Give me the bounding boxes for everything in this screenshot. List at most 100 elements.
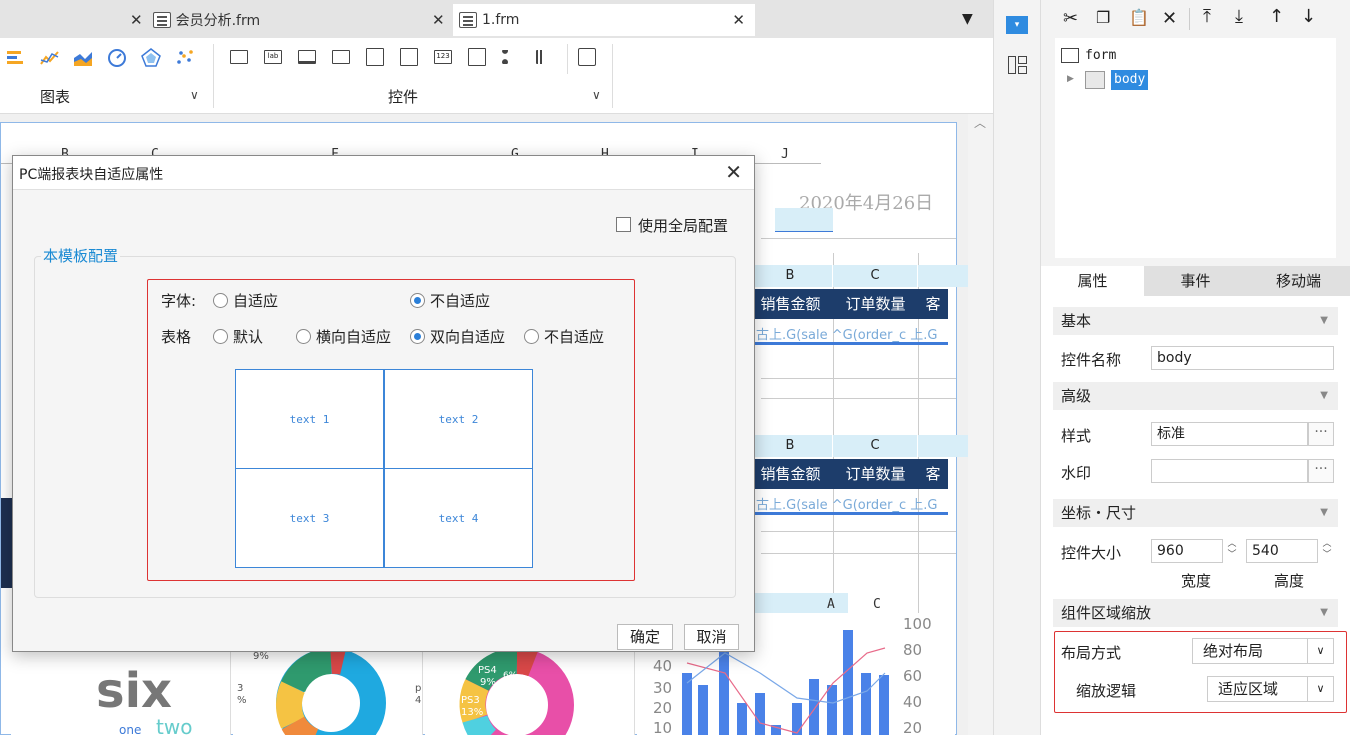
bar-chart-icon[interactable]: [6, 48, 26, 68]
component-side-strip: ▾: [993, 0, 1041, 735]
delete-icon[interactable]: ✕: [1162, 8, 1177, 29]
column-header[interactable]: J: [781, 147, 789, 162]
tab-events[interactable]: 事件: [1144, 266, 1247, 296]
table-bidirectional-label[interactable]: 双向自适应: [430, 326, 505, 347]
line-chart-icon[interactable]: [40, 48, 60, 68]
chevron-down-icon[interactable]: ∨: [592, 88, 601, 102]
number-control-icon[interactable]: 123: [434, 50, 452, 64]
cancel-button[interactable]: 取消: [684, 624, 739, 650]
cut-icon[interactable]: ✂: [1063, 8, 1078, 29]
table-non-adaptive-radio[interactable]: [524, 329, 539, 344]
height-input[interactable]: 540: [1246, 539, 1318, 563]
layout-widgets-icon[interactable]: [1008, 56, 1028, 74]
tab-1-frm[interactable]: 1.frm ✕: [453, 4, 755, 36]
move-to-bottom-icon[interactable]: ⤓: [1235, 6, 1243, 27]
table-bidirectional-radio[interactable]: [410, 329, 425, 344]
style-input[interactable]: 标准: [1151, 422, 1308, 446]
font-adaptive-label[interactable]: 自适应: [233, 290, 278, 311]
zoom-logic-select[interactable]: 适应区域 ∨: [1207, 676, 1334, 702]
table-non-adaptive-label[interactable]: 不自适应: [544, 326, 604, 347]
tab-member-analysis[interactable]: ✕ 会员分析.frm: [130, 4, 260, 36]
paste-icon[interactable]: 📋: [1129, 8, 1149, 27]
header-cell[interactable]: 销售金额: [748, 289, 833, 319]
text-field-control-icon[interactable]: [298, 50, 316, 64]
word-cloud-widget[interactable]: six one two: [11, 643, 231, 735]
chevron-down-icon[interactable]: ∨: [190, 88, 199, 102]
global-config-checkbox[interactable]: [616, 217, 631, 232]
width-input[interactable]: 960: [1151, 539, 1223, 563]
width-stepper[interactable]: ︿ ﹀: [1224, 539, 1240, 563]
header-cell[interactable]: 订单数量: [833, 289, 918, 319]
scroll-up-icon[interactable]: ︿: [974, 114, 986, 131]
column-letter: C: [833, 435, 918, 457]
selected-cell[interactable]: [775, 208, 833, 232]
style-more-button[interactable]: ···: [1308, 422, 1334, 446]
height-stepper[interactable]: ︿ ﹀: [1319, 539, 1335, 563]
tree-node-form[interactable]: form: [1085, 48, 1116, 63]
font-non-adaptive-label[interactable]: 不自适应: [430, 290, 490, 311]
header-cell[interactable]: 客: [918, 289, 948, 319]
ribbon-separator: [567, 44, 568, 74]
watermark-input[interactable]: [1151, 459, 1308, 483]
widget-name-input[interactable]: body: [1151, 346, 1334, 370]
pin-icon[interactable]: ▼: [962, 11, 973, 27]
section-basic[interactable]: 基本 ▼: [1053, 307, 1338, 335]
dropdown-control-icon[interactable]: [332, 50, 350, 64]
move-up-icon[interactable]: ↑: [1269, 6, 1284, 27]
header-cell[interactable]: 客: [918, 459, 948, 489]
chevron-down-icon[interactable]: ∨: [1307, 677, 1333, 701]
radio-group-control-icon[interactable]: [502, 50, 520, 64]
table1-formula-row[interactable]: 古上.G(sale ^G(order_c 上.G: [756, 324, 948, 343]
header-cell[interactable]: 销售金额: [748, 459, 833, 489]
table-default-radio[interactable]: [213, 329, 228, 344]
tab-close-button[interactable]: ✕: [432, 4, 455, 36]
copy-icon[interactable]: ❐: [1096, 8, 1110, 27]
close-icon[interactable]: ✕: [725, 160, 742, 184]
font-non-adaptive-radio[interactable]: [410, 293, 425, 308]
section-advanced[interactable]: 高级 ▼: [1053, 382, 1338, 410]
move-to-top-icon[interactable]: ⤒: [1203, 6, 1211, 27]
close-icon[interactable]: ✕: [130, 11, 143, 29]
text-area-control-icon[interactable]: [468, 48, 486, 66]
section-coord-size[interactable]: 坐标・尺寸 ▼: [1053, 499, 1338, 527]
gauge-chart-icon[interactable]: [107, 48, 127, 68]
date-control-icon[interactable]: [400, 48, 418, 66]
combo-box-control-icon[interactable]: [366, 48, 384, 66]
area-chart-icon[interactable]: [73, 48, 93, 68]
donut-chart-widget-2[interactable]: PS4 9% PS3 13% 6%: [425, 643, 635, 735]
expand-arrow-icon[interactable]: ▶: [1067, 74, 1074, 84]
header-cell[interactable]: 订单数量: [833, 459, 918, 489]
label-control-icon[interactable]: lab: [264, 50, 282, 64]
font-adaptive-radio[interactable]: [213, 293, 228, 308]
tab-properties[interactable]: 属性: [1041, 266, 1144, 296]
watermark-more-button[interactable]: ···: [1308, 459, 1334, 483]
vertical-scrollbar[interactable]: ︿: [968, 114, 993, 735]
checkbox-group-control-icon[interactable]: [536, 50, 554, 64]
move-down-icon[interactable]: ↓: [1301, 6, 1316, 27]
column-header[interactable]: A: [827, 597, 835, 612]
column-header[interactable]: C: [873, 597, 881, 612]
tab-mobile[interactable]: 移动端: [1247, 266, 1350, 296]
close-icon[interactable]: ✕: [732, 11, 745, 29]
adaptive-options-highlight: 字体: 自适应 不自适应 表格 默认 横向自适应 双向自适应 不自适应 text…: [147, 279, 635, 581]
radar-chart-icon[interactable]: [141, 48, 161, 68]
table2-formula-row[interactable]: 古上.G(sale ^G(order_c 上.G: [756, 494, 948, 513]
pie-label: 9%: [253, 651, 269, 662]
chevron-down-icon[interactable]: ∨: [1307, 639, 1333, 663]
table-horizontal-radio[interactable]: [296, 329, 311, 344]
component-tree-icon[interactable]: ▾: [1006, 16, 1028, 34]
template-config-legend: 本模板配置: [41, 245, 121, 266]
close-icon[interactable]: ✕: [432, 11, 445, 29]
global-config-label[interactable]: 使用全局配置: [638, 215, 728, 236]
tree-node-body[interactable]: body: [1111, 70, 1149, 90]
file-preview-control-icon[interactable]: [578, 48, 596, 66]
column-letter: B: [748, 435, 833, 457]
button-control-icon[interactable]: [230, 50, 248, 64]
table-default-label[interactable]: 默认: [233, 326, 263, 347]
ok-button[interactable]: 确定: [617, 624, 673, 650]
scatter-chart-icon[interactable]: [175, 48, 195, 68]
table-horizontal-label[interactable]: 横向自适应: [316, 326, 391, 347]
layout-mode-select[interactable]: 绝对布局 ∨: [1192, 638, 1334, 664]
section-zoom[interactable]: 组件区域缩放 ▼: [1053, 599, 1338, 627]
donut-chart-widget-1[interactable]: 9% 3 % p 4: [233, 643, 423, 735]
